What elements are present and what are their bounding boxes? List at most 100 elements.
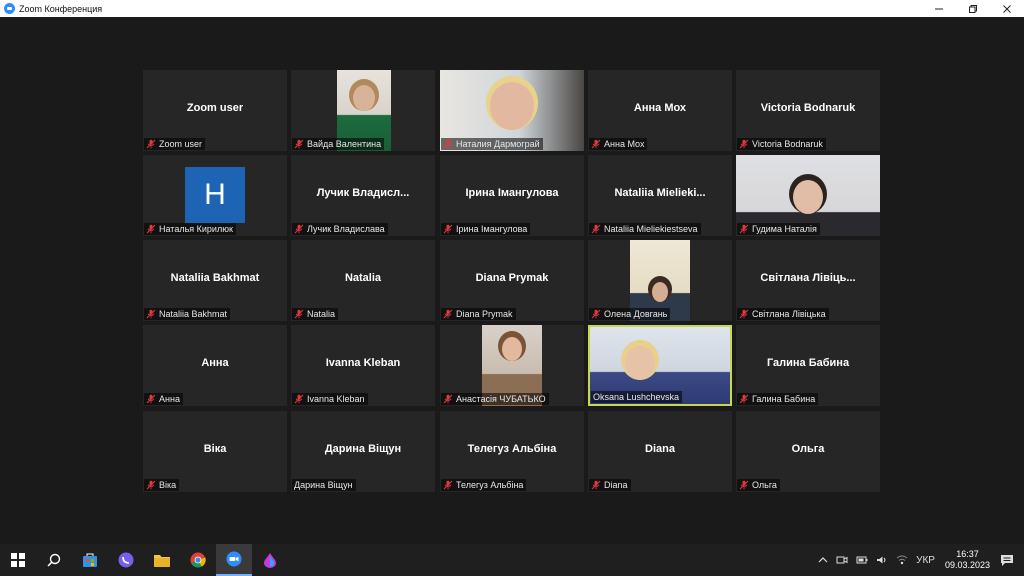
- participant-name: Diana: [604, 480, 628, 490]
- notifications-button[interactable]: [1000, 554, 1014, 567]
- taskbar-chrome[interactable]: [180, 544, 216, 576]
- microphone-muted-icon: [146, 394, 156, 404]
- windows-start-icon: [11, 553, 25, 567]
- participant-tile[interactable]: Дарина Віщун Дарина Віщун: [291, 411, 435, 492]
- participant-tile[interactable]: Віка Віка: [143, 411, 287, 492]
- zoom-logo-icon: [4, 3, 15, 14]
- participant-name: Natalia: [307, 309, 336, 319]
- network-button[interactable]: [896, 555, 908, 565]
- taskbar-store[interactable]: [72, 544, 108, 576]
- maximize-button[interactable]: [956, 0, 990, 17]
- minimize-icon: [935, 8, 943, 9]
- participant-tile[interactable]: Гудима Наталія: [736, 155, 880, 236]
- microphone-muted-icon: [591, 480, 601, 490]
- close-button[interactable]: [990, 0, 1024, 17]
- store-icon: [83, 553, 97, 567]
- participant-display-name: Лучик Владисл...: [316, 187, 410, 199]
- battery-button[interactable]: [856, 555, 868, 565]
- participant-name: Zoom user: [159, 139, 203, 149]
- participant-display-name: Анна: [201, 357, 229, 369]
- clock[interactable]: 16:37 09.03.2023: [945, 549, 990, 571]
- clock-time: 16:37: [956, 549, 979, 559]
- microphone-muted-icon: [443, 139, 453, 149]
- microphone-muted-icon: [146, 139, 156, 149]
- participant-name-label: Світлана Лівіцька: [737, 308, 829, 320]
- participant-display-name: Ольга: [791, 443, 825, 455]
- minimize-button[interactable]: [922, 0, 956, 17]
- participant-name: Телегуз Альбіна: [456, 480, 524, 490]
- volume-button[interactable]: [876, 555, 888, 565]
- participant-name: Галина Бабина: [752, 394, 816, 404]
- participant-name: Анастасія ЧУБАТЬКО: [456, 394, 546, 404]
- search-button[interactable]: [36, 544, 72, 576]
- participant-display-name: Ivanna Kleban: [325, 357, 401, 369]
- participant-name-label: Галина Бабина: [737, 393, 819, 405]
- participant-name-label: Victoria Bodnaruk: [737, 138, 826, 150]
- participant-tile[interactable]: Ivanna Kleban Ivanna Kleban: [291, 325, 435, 406]
- participant-display-name: Віка: [203, 443, 227, 455]
- participant-tile[interactable]: Zoom user Zoom user: [143, 70, 287, 151]
- taskbar-viber[interactable]: [108, 544, 144, 576]
- participant-tile[interactable]: Ірина Імангулова Ірина Імангулова: [440, 155, 584, 236]
- microphone-muted-icon: [443, 480, 453, 490]
- participant-display-name: Diana: [645, 443, 675, 455]
- taskbar-drop-app[interactable]: [252, 544, 288, 576]
- participant-tile[interactable]: Victoria Bodnaruk Victoria Bodnaruk: [736, 70, 880, 151]
- meet-now-button[interactable]: [836, 555, 848, 565]
- participant-name: Nataliia Bakhmat: [159, 309, 228, 319]
- participant-tile[interactable]: Diana Prymak Diana Prymak: [440, 240, 584, 321]
- participant-display-name: Natalia: [344, 272, 382, 284]
- close-icon: [1003, 4, 1011, 13]
- participant-name: Вайда Валентина: [307, 139, 382, 149]
- participant-tile[interactable]: Телегуз Альбіна Телегуз Альбіна: [440, 411, 584, 492]
- participant-name-label: Ірина Імангулова: [441, 223, 531, 235]
- participant-tile[interactable]: Олена Довгань: [588, 240, 732, 321]
- participant-tile[interactable]: H Наталья Кирилюк: [143, 155, 287, 236]
- participant-tile[interactable]: Natalia Natalia: [291, 240, 435, 321]
- participant-tile[interactable]: Diana Diana: [588, 411, 732, 492]
- microphone-muted-icon: [739, 139, 749, 149]
- participant-name: Анна: [159, 394, 180, 404]
- participant-name: Віка: [159, 480, 177, 490]
- participant-tile[interactable]: Світлана Лівіць... Світлана Лівіцька: [736, 240, 880, 321]
- participant-display-name: Diana Prymak: [475, 272, 549, 284]
- participant-tile[interactable]: Nataliia Bakhmat Nataliia Bakhmat: [143, 240, 287, 321]
- participant-tile[interactable]: Анастасія ЧУБАТЬКО: [440, 325, 584, 406]
- zoom-icon: [226, 551, 242, 567]
- microphone-muted-icon: [146, 480, 156, 490]
- participant-display-name: Victoria Bodnaruk: [760, 102, 856, 114]
- folder-icon: [154, 555, 170, 567]
- taskbar-zoom[interactable]: [216, 544, 252, 576]
- start-button[interactable]: [0, 544, 36, 576]
- avatar: H: [185, 167, 245, 223]
- participant-tile[interactable]: Лучик Владисл... Лучик Владислава: [291, 155, 435, 236]
- participant-tile[interactable]: Вайда Валентина: [291, 70, 435, 151]
- microphone-muted-icon: [146, 224, 156, 234]
- microphone-muted-icon: [443, 224, 453, 234]
- wifi-icon: [896, 555, 908, 565]
- participant-name-label: Ольга: [737, 479, 780, 491]
- participant-tile[interactable]: Ольга Ольга: [736, 411, 880, 492]
- participant-display-name: Nataliia Bakhmat: [170, 272, 260, 284]
- participant-name: Victoria Bodnaruk: [752, 139, 823, 149]
- participant-name-label: Zoom user: [144, 138, 206, 150]
- participant-tile-active-speaker[interactable]: Oksana Lushchevska: [588, 325, 732, 406]
- taskbar-file-explorer[interactable]: [144, 544, 180, 576]
- drop-icon: [264, 553, 276, 568]
- participant-name: Diana Prymak: [456, 309, 513, 319]
- window-title-bar: Zoom Конференция: [0, 0, 1024, 17]
- participant-tile[interactable]: Наталия Дармограй: [440, 70, 584, 151]
- participant-tile[interactable]: Галина Бабина Галина Бабина: [736, 325, 880, 406]
- participant-tile[interactable]: Анна Анна: [143, 325, 287, 406]
- notification-icon: [1001, 554, 1013, 566]
- microphone-muted-icon: [443, 309, 453, 319]
- participant-tile[interactable]: Анна Мох Анна Мох: [588, 70, 732, 151]
- system-tray: УКР 16:37 09.03.2023: [814, 544, 1024, 576]
- show-hidden-icons-button[interactable]: [818, 556, 828, 564]
- participant-display-name: Nataliia Mieliеki...: [614, 187, 706, 199]
- search-icon: [47, 553, 61, 567]
- window-title: Zoom Конференция: [19, 3, 103, 14]
- participant-name-label: Diana Prymak: [441, 308, 516, 320]
- input-language[interactable]: УКР: [916, 555, 935, 566]
- participant-tile[interactable]: Nataliia Mieliеki... Nataliia Mieliekiest…: [588, 155, 732, 236]
